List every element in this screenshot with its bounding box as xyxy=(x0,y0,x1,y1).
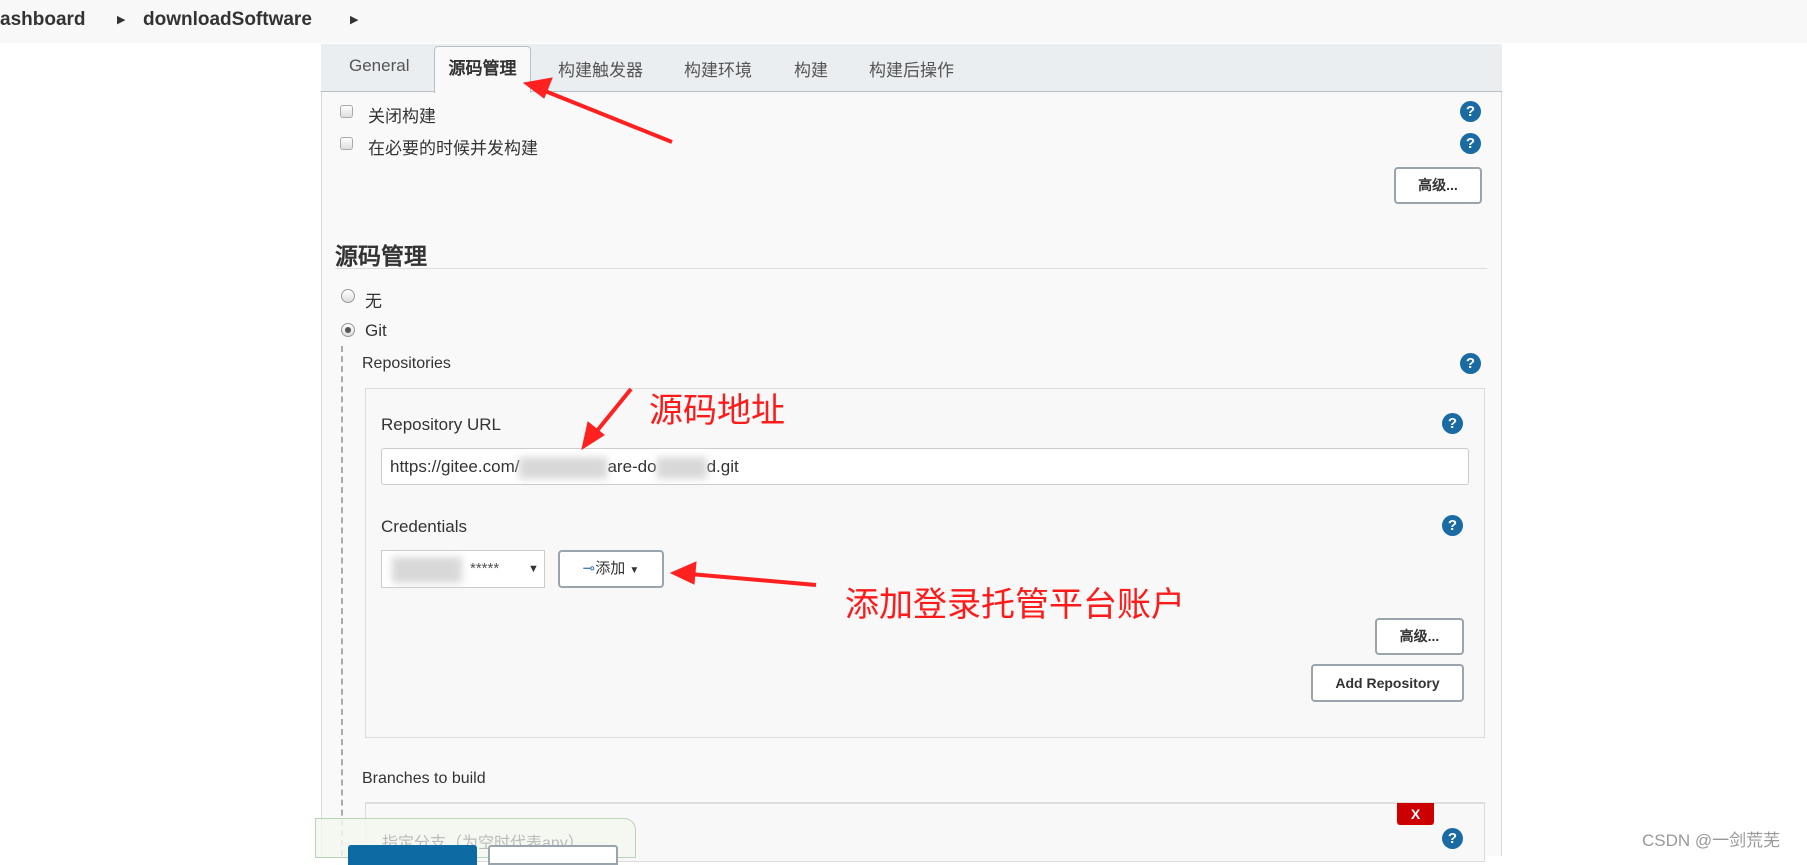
redacted-text xyxy=(392,557,462,583)
repositories-label: Repositories xyxy=(362,355,451,372)
caret-right-icon[interactable]: ▶ xyxy=(117,13,125,26)
help-icon[interactable]: ? xyxy=(1460,133,1481,154)
scm-none-label: 无 xyxy=(365,292,382,311)
caret-right-icon[interactable]: ▶ xyxy=(350,13,358,26)
divider xyxy=(335,268,1487,269)
advanced-button[interactable]: 高级... xyxy=(1394,167,1482,204)
concurrent-build-label: 在必要的时候并发构建 xyxy=(368,139,538,158)
tab-environment[interactable]: 构建环境 xyxy=(684,56,752,81)
bottom-button-bar: 指定分支（为空时代表any） xyxy=(315,818,636,865)
concurrent-build-checkbox[interactable] xyxy=(340,137,353,150)
credentials-select[interactable]: ***** ▼ xyxy=(381,550,545,588)
key-icon: ⊸ xyxy=(582,560,596,577)
add-credentials-button[interactable]: ⊸添加 ▼ xyxy=(558,550,664,588)
repo-url-part: https://gitee.com/ xyxy=(390,457,520,476)
add-label: 添加 xyxy=(595,560,626,577)
repo-url-input[interactable]: https://gitee.com/are-do d.git xyxy=(381,448,1469,485)
dropdown-arrow-icon: ▼ xyxy=(629,565,640,576)
tab-triggers[interactable]: 构建触发器 xyxy=(558,56,643,81)
help-icon[interactable]: ? xyxy=(1460,353,1481,374)
disable-build-checkbox[interactable] xyxy=(340,105,353,118)
apply-button[interactable] xyxy=(488,845,618,865)
help-icon[interactable]: ? xyxy=(1460,101,1481,122)
breadcrumb-bar: ashboard ▶ downloadSoftware ▶ xyxy=(0,0,1807,43)
dropdown-arrow-icon: ▼ xyxy=(528,563,539,575)
breadcrumb-dashboard[interactable]: ashboard xyxy=(0,9,86,31)
disable-build-label: 关闭构建 xyxy=(368,107,436,126)
watermark: CSDN @一剑荒芜 xyxy=(1642,831,1781,850)
repo-url-part: d.git xyxy=(706,457,739,476)
scm-git-label: Git xyxy=(365,321,387,340)
repo-advanced-button[interactable]: 高级... xyxy=(1375,618,1464,655)
help-icon[interactable]: ? xyxy=(1442,515,1463,536)
credentials-label: Credentials xyxy=(381,517,467,536)
credentials-value: ***** xyxy=(470,560,500,577)
annotation-repo-url: 源码地址 xyxy=(649,391,785,431)
delete-branch-button[interactable]: X xyxy=(1397,803,1434,825)
repo-url-part: are-do xyxy=(607,457,657,476)
tab-scm[interactable]: 源码管理 xyxy=(434,46,531,93)
repo-url-label: Repository URL xyxy=(381,415,501,434)
help-icon[interactable]: ? xyxy=(1442,413,1463,434)
branches-label: Branches to build xyxy=(362,770,486,787)
git-section-border xyxy=(341,346,343,856)
section-title: 源码管理 xyxy=(335,243,427,269)
tab-post-build[interactable]: 构建后操作 xyxy=(869,56,954,81)
scm-none-radio[interactable] xyxy=(341,289,355,303)
tab-build[interactable]: 构建 xyxy=(794,56,828,81)
redacted-text xyxy=(519,456,608,479)
redacted-text xyxy=(656,456,707,479)
add-repository-button[interactable]: Add Repository xyxy=(1311,664,1464,702)
breadcrumb-job[interactable]: downloadSoftware xyxy=(143,9,312,31)
annotation-credentials: 添加登录托管平台账户 xyxy=(845,585,1185,625)
scm-git-radio[interactable] xyxy=(341,323,355,337)
save-button[interactable] xyxy=(348,845,477,865)
tab-general[interactable]: General xyxy=(349,56,409,76)
help-icon[interactable]: ? xyxy=(1442,828,1463,849)
